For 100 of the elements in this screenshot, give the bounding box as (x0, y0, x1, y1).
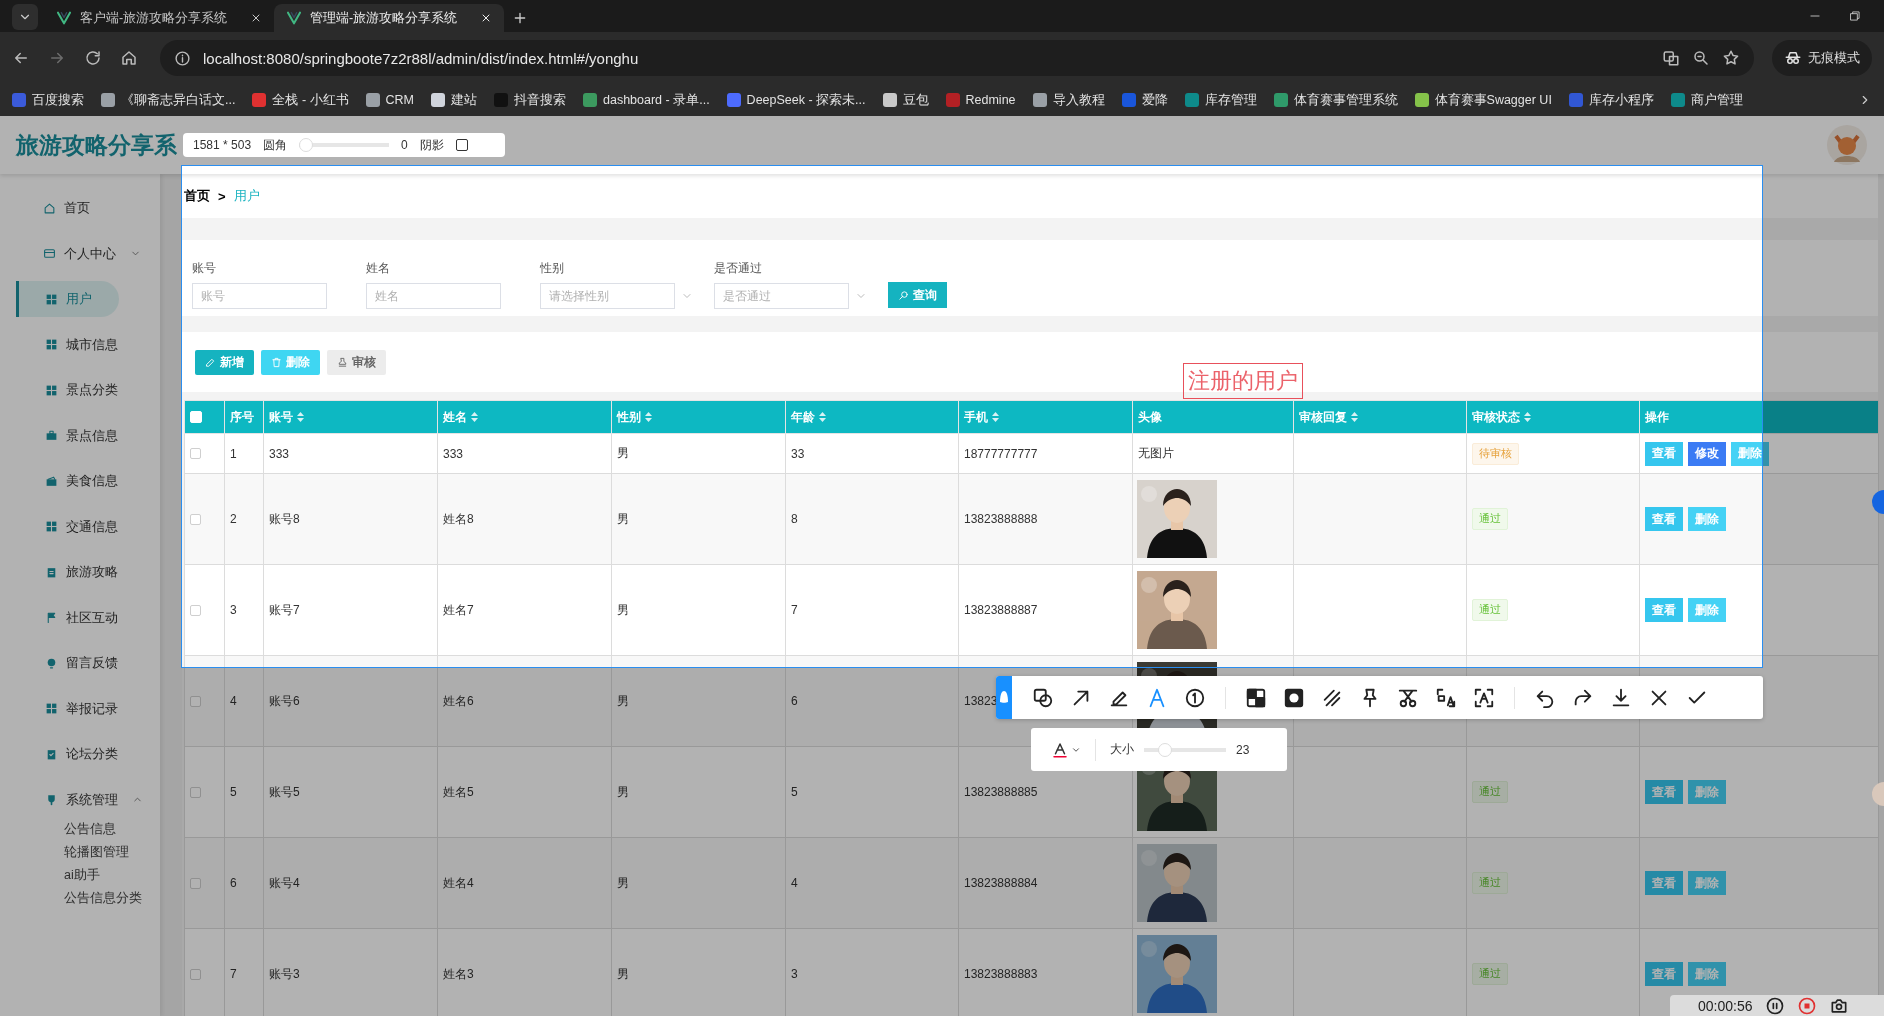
checkbox[interactable] (190, 877, 201, 889)
checkbox[interactable] (190, 448, 201, 459)
tab-list-button[interactable] (12, 4, 38, 30)
wallet-icon (45, 474, 58, 488)
blur-icon[interactable] (1283, 686, 1305, 709)
table-cell: 7 (224, 928, 264, 1016)
avatar-icon[interactable] (1826, 124, 1868, 166)
sidebar-item[interactable]: 举报记录 (16, 690, 119, 727)
info-icon[interactable] (174, 49, 191, 67)
table-cell: 13823888884 (958, 837, 1133, 929)
bookmark[interactable]: 《聊斋志异白话文... (101, 91, 236, 109)
bookmark[interactable]: 导入教程 (1032, 91, 1105, 109)
bookmark[interactable]: 商户管理 (1670, 91, 1743, 109)
download-icon[interactable] (1610, 686, 1632, 709)
table-cell: 4 (785, 837, 959, 929)
table-cell: 333 (263, 433, 438, 474)
plus-icon[interactable] (512, 10, 528, 26)
submenu-item[interactable]: 公告信息分类 (64, 890, 160, 907)
sidebar-item[interactable]: 旅游攻略 (16, 554, 119, 590)
star-icon[interactable] (1722, 49, 1740, 67)
select-field[interactable]: 请选择性别 (540, 283, 675, 309)
address-bar[interactable]: localhost:8080/springboote7z2r88l/admin/dist/index.html#/yonghu (160, 40, 1754, 76)
table-cell: 13823888883 (958, 928, 1133, 1016)
incognito-button[interactable]: 无痕模式 (1772, 40, 1872, 76)
text-scan-icon[interactable] (1473, 686, 1495, 709)
table-cell: 账号4 (263, 837, 438, 929)
bookmark[interactable]: 建站 (431, 91, 477, 109)
edit-button[interactable]: 修改 (1688, 441, 1726, 466)
sidebar-item[interactable]: 景点信息 (16, 417, 119, 454)
table-cell: 男 (611, 746, 786, 838)
browser-tab[interactable]: 管理端-旅游攻略分享系统 (274, 4, 504, 32)
pause-icon[interactable] (1764, 995, 1785, 1016)
sidebar-item[interactable]: 社区互动 (16, 599, 119, 636)
sidebar-item[interactable]: 交通信息 (16, 508, 119, 545)
checkbox[interactable] (190, 968, 201, 980)
bookmark[interactable]: 百度搜索 (12, 91, 84, 109)
bookmark[interactable]: DeepSeek - 探索未... (726, 91, 866, 109)
checkbox[interactable] (190, 513, 201, 525)
checkbox[interactable] (190, 695, 201, 707)
bookmark[interactable]: 库存管理 (1184, 91, 1257, 109)
translate-icon[interactable] (1662, 49, 1680, 67)
logo-icon (286, 10, 302, 26)
close-icon[interactable] (480, 12, 492, 24)
grid-icon (45, 520, 58, 533)
table-cell: 7 (785, 564, 959, 656)
sidebar-item[interactable]: 系统管理 (16, 781, 119, 818)
sidebar-item[interactable]: 论坛分类 (16, 736, 119, 772)
recording-time: 00:00:56 (1698, 997, 1753, 1014)
close-icon[interactable] (250, 12, 262, 24)
browser-tab[interactable]: 客户端-旅游攻略分享系统 (44, 4, 274, 32)
input-field[interactable]: 姓名 (366, 283, 501, 309)
stop-icon[interactable] (1796, 995, 1817, 1016)
reload-icon[interactable] (84, 49, 102, 67)
bookmark[interactable]: 豆包 (882, 91, 929, 109)
bookmark[interactable]: 体育赛事Swagger UI (1414, 91, 1552, 109)
input-field[interactable]: 账号 (192, 283, 327, 309)
sidebar-item[interactable]: 首页 (16, 190, 119, 226)
bookmark[interactable]: CRM (365, 93, 414, 107)
breadcrumb-item[interactable]: 首页 (184, 187, 210, 205)
audit-button[interactable]: 审核 (327, 349, 386, 375)
font-color-button[interactable] (1051, 740, 1081, 759)
toolbar-handle[interactable] (996, 676, 1012, 719)
logo-icon (56, 10, 72, 26)
translate-icon[interactable] (1435, 686, 1457, 709)
breadcrumb-separator: > (218, 188, 226, 204)
table-cell: 2 (224, 473, 264, 565)
bookmark[interactable]: 库存小程序 (1568, 91, 1654, 109)
zoom-icon[interactable] (1692, 49, 1710, 67)
home-icon[interactable] (120, 49, 138, 67)
restore-icon[interactable] (1848, 9, 1862, 23)
bookmark[interactable]: 抖音搜索 (494, 91, 566, 109)
sidebar-item[interactable]: 留言反馈 (16, 645, 119, 681)
submenu-item[interactable]: 公告信息 (64, 821, 160, 838)
sidebar-item[interactable]: 美食信息 (16, 463, 119, 499)
submenu-item[interactable]: ai助手 (64, 867, 160, 884)
field-label: 姓名 (366, 260, 391, 277)
edit-icon (205, 356, 216, 368)
shadow-checkbox[interactable] (455, 139, 468, 151)
shadow-label: 阴影 (419, 136, 444, 154)
checkbox[interactable] (190, 786, 201, 798)
bookmark[interactable]: 爱降 (1121, 91, 1168, 109)
sidebar-item[interactable]: 景点分类 (16, 372, 119, 408)
checkbox[interactable] (190, 604, 201, 616)
table-cell: 5 (785, 746, 959, 838)
bookmark[interactable]: 全栈 - 小红书 (252, 91, 349, 109)
table-cell: 姓名7 (437, 564, 612, 656)
submenu-item[interactable]: 轮播图管理 (64, 844, 160, 861)
sidebar-item[interactable]: 城市信息 (16, 326, 119, 363)
slider-thumb[interactable] (1157, 742, 1172, 757)
select-field[interactable]: 是否通过 (714, 283, 849, 309)
bookmark[interactable]: dashboard - 录单... (583, 91, 710, 109)
sidebar-item[interactable]: 个人中心 (16, 235, 119, 272)
shapes-icon[interactable] (1032, 686, 1054, 709)
status-badge: 通过 (1472, 872, 1508, 894)
bookmark[interactable]: Redmine (945, 93, 1016, 107)
bookmark[interactable]: 体育赛事管理系统 (1273, 91, 1398, 109)
slider-thumb[interactable] (299, 138, 314, 152)
numbered-circle-icon[interactable] (1184, 686, 1206, 709)
table-cell: 男 (611, 655, 786, 747)
mosaic-icon[interactable] (1245, 686, 1267, 709)
